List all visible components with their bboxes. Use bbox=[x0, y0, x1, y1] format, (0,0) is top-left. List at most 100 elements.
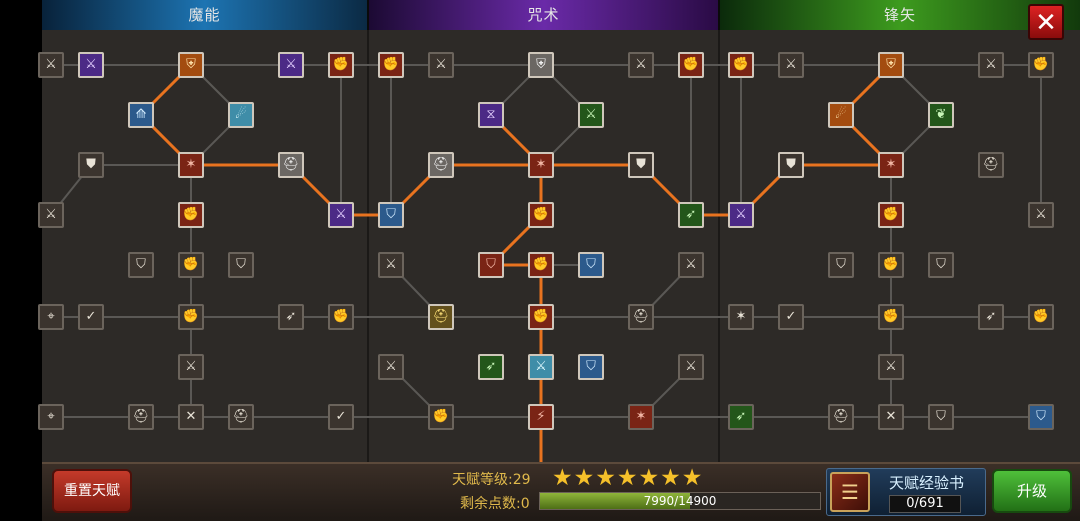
talent-node-icon[interactable]: ⛑ bbox=[628, 304, 654, 330]
talent-node-icon[interactable]: ⛉ bbox=[928, 404, 954, 430]
talent-node-icon[interactable]: ⛉ bbox=[928, 252, 954, 278]
talent-node-icon[interactable]: ⛊ bbox=[78, 152, 104, 178]
talent-node-icon[interactable]: ⛉ bbox=[578, 252, 604, 278]
talent-node-icon[interactable]: ⚔ bbox=[678, 354, 704, 380]
talent-node-icon[interactable]: ⚔ bbox=[178, 354, 204, 380]
talent-node-icon[interactable]: ⚔ bbox=[38, 52, 64, 78]
close-button[interactable]: ✕ bbox=[1028, 4, 1064, 40]
remaining-points-label: 剩余点数:0 bbox=[460, 496, 530, 512]
talent-node-icon[interactable]: ✓ bbox=[328, 404, 354, 430]
talent-node-icon[interactable]: ✊ bbox=[878, 252, 904, 278]
talent-node-icon[interactable]: ⌖ bbox=[38, 304, 64, 330]
talent-node-icon[interactable]: ⛨ bbox=[178, 52, 204, 78]
talent-node-icon[interactable]: ☄ bbox=[828, 102, 854, 128]
talent-node-icon[interactable]: ✶ bbox=[528, 152, 554, 178]
talent-node-icon[interactable]: ✊ bbox=[178, 252, 204, 278]
book-icon: ☰ bbox=[830, 472, 870, 512]
talent-node-icon[interactable]: ✊ bbox=[878, 202, 904, 228]
talent-node-icon[interactable]: ⛊ bbox=[778, 152, 804, 178]
talent-node-icon[interactable]: ⚔ bbox=[328, 202, 354, 228]
talent-node-icon[interactable]: ⚔ bbox=[628, 52, 654, 78]
talent-node-icon[interactable]: ✊ bbox=[528, 304, 554, 330]
talent-node-icon[interactable]: ✓ bbox=[78, 304, 104, 330]
talent-node-icon[interactable]: ✊ bbox=[1028, 304, 1054, 330]
talent-node-icon[interactable]: ⚔ bbox=[778, 52, 804, 78]
talent-node-icon[interactable]: ✊ bbox=[328, 304, 354, 330]
talent-node-icon[interactable]: ⛑ bbox=[978, 152, 1004, 178]
talent-node-icon[interactable]: ⚔ bbox=[1028, 202, 1054, 228]
talent-node-icon[interactable]: ⚔ bbox=[878, 354, 904, 380]
talent-node-icon[interactable]: ➶ bbox=[278, 304, 304, 330]
talent-node-icon[interactable]: ⚔ bbox=[578, 102, 604, 128]
talent-node-icon[interactable]: ⛑ bbox=[228, 404, 254, 430]
talent-node-icon[interactable]: ⚡ bbox=[528, 404, 554, 430]
talent-node-icon[interactable]: ⚔ bbox=[428, 52, 454, 78]
talent-node-icon[interactable]: ⟰ bbox=[128, 102, 154, 128]
exp-book-title: 天赋经验书 bbox=[889, 474, 965, 492]
talent-node-icon[interactable]: ☄ bbox=[228, 102, 254, 128]
talent-node-icon[interactable]: ⛑ bbox=[828, 404, 854, 430]
talent-node-icon[interactable]: ➶ bbox=[978, 304, 1004, 330]
talent-node-icon[interactable]: ⛑ bbox=[128, 404, 154, 430]
talent-node-icon[interactable]: ✊ bbox=[528, 202, 554, 228]
talent-node-icon[interactable]: ⌖ bbox=[38, 404, 64, 430]
talent-node-icon[interactable]: ⛉ bbox=[228, 252, 254, 278]
talent-node-icon[interactable]: ⛑ bbox=[278, 152, 304, 178]
star-icon: ★ bbox=[660, 465, 682, 491]
talent-node-icon[interactable]: ⧖ bbox=[478, 102, 504, 128]
talent-node-icon[interactable]: ⛨ bbox=[528, 52, 554, 78]
talent-node-icon[interactable]: ✊ bbox=[428, 404, 454, 430]
talent-node-icon[interactable]: ⚔ bbox=[378, 354, 404, 380]
talent-tree-panel: 魔能 咒术 锋矢 ⚔ ⚔ ⛨ ⚔ ✊ ✊ ⚔ ⛨ ⚔ ✊ ✊ ⚔ ⛨ ⚔ ✊ ⟰ ☄ ⧖ ⚔ ☄ ❦ ⛊ ✶ ⛑ ⛑ ✶ ⛊ ⛊ ✶ ⛑ ⚔… bbox=[38, 0, 1080, 519]
talent-node-icon[interactable]: ✊ bbox=[878, 304, 904, 330]
talent-node-icon[interactable]: ✊ bbox=[528, 252, 554, 278]
talent-node-icon[interactable]: ✊ bbox=[678, 52, 704, 78]
talent-node-icon[interactable]: ✊ bbox=[378, 52, 404, 78]
talent-node-icon[interactable]: ⛉ bbox=[828, 252, 854, 278]
talent-node-icon[interactable]: ⛉ bbox=[478, 252, 504, 278]
talent-node-icon[interactable]: ✶ bbox=[878, 152, 904, 178]
talent-stars: ★★★★★★★ bbox=[552, 465, 703, 491]
star-icon: ★ bbox=[552, 465, 574, 491]
talent-node-icon[interactable]: ⛉ bbox=[128, 252, 154, 278]
talent-node-icon[interactable]: ✶ bbox=[178, 152, 204, 178]
talent-node-icon[interactable]: ➶ bbox=[678, 202, 704, 228]
talent-node-icon[interactable]: ✶ bbox=[628, 404, 654, 430]
talent-level-label: 天赋等级:29 bbox=[452, 472, 531, 488]
talent-node-icon[interactable]: ⛉ bbox=[378, 202, 404, 228]
talent-node-icon[interactable]: ✊ bbox=[178, 304, 204, 330]
talent-node-icon[interactable]: ❦ bbox=[928, 102, 954, 128]
talent-node-icon[interactable]: ✊ bbox=[728, 52, 754, 78]
talent-node-icon[interactable]: ✕ bbox=[178, 404, 204, 430]
talent-node-icon[interactable]: ⛊ bbox=[628, 152, 654, 178]
talent-node-icon[interactable]: ✊ bbox=[178, 202, 204, 228]
talent-node-icon[interactable]: ⚔ bbox=[978, 52, 1004, 78]
talent-node-icon[interactable]: ✊ bbox=[328, 52, 354, 78]
talent-node-icon[interactable]: ✊ bbox=[1028, 52, 1054, 78]
reset-talent-button[interactable]: 重置天赋 bbox=[52, 469, 132, 513]
exp-progress-bar: 7990/14900 bbox=[539, 492, 821, 510]
talent-node-icon[interactable]: ⚔ bbox=[78, 52, 104, 78]
talent-node-icon[interactable]: ⛑ bbox=[428, 304, 454, 330]
talent-node-icon[interactable]: ✶ bbox=[728, 304, 754, 330]
talent-node-icon[interactable]: ➶ bbox=[478, 354, 504, 380]
upgrade-button[interactable]: 升级 bbox=[992, 469, 1072, 513]
exp-book-panel[interactable]: ☰ 天赋经验书 0/691 bbox=[826, 468, 986, 516]
star-icon: ★ bbox=[595, 465, 617, 491]
talent-node-icon[interactable]: ⚔ bbox=[728, 202, 754, 228]
talent-node-icon[interactable]: ⚔ bbox=[278, 52, 304, 78]
talent-node-icon[interactable]: ⚔ bbox=[38, 202, 64, 228]
talent-node-icon[interactable]: ➶ bbox=[728, 404, 754, 430]
talent-node-icon[interactable]: ✕ bbox=[878, 404, 904, 430]
talent-node-icon[interactable]: ⚔ bbox=[678, 252, 704, 278]
close-icon: ✕ bbox=[1035, 8, 1057, 38]
talent-node-icon[interactable]: ✓ bbox=[778, 304, 804, 330]
talent-node-icon[interactable]: ⛉ bbox=[578, 354, 604, 380]
star-icon: ★ bbox=[616, 465, 639, 491]
talent-node-icon[interactable]: ⛑ bbox=[428, 152, 454, 178]
talent-node-icon[interactable]: ⚔ bbox=[378, 252, 404, 278]
talent-node-icon[interactable]: ⛨ bbox=[878, 52, 904, 78]
talent-node-icon[interactable]: ⛉ bbox=[1028, 404, 1054, 430]
talent-node-icon[interactable]: ⚔ bbox=[528, 354, 554, 380]
bottom-bar: 重置天赋 天赋等级:29 ★★★★★★★ 剩余点数:0 7990/14900 ☰… bbox=[42, 462, 1080, 521]
